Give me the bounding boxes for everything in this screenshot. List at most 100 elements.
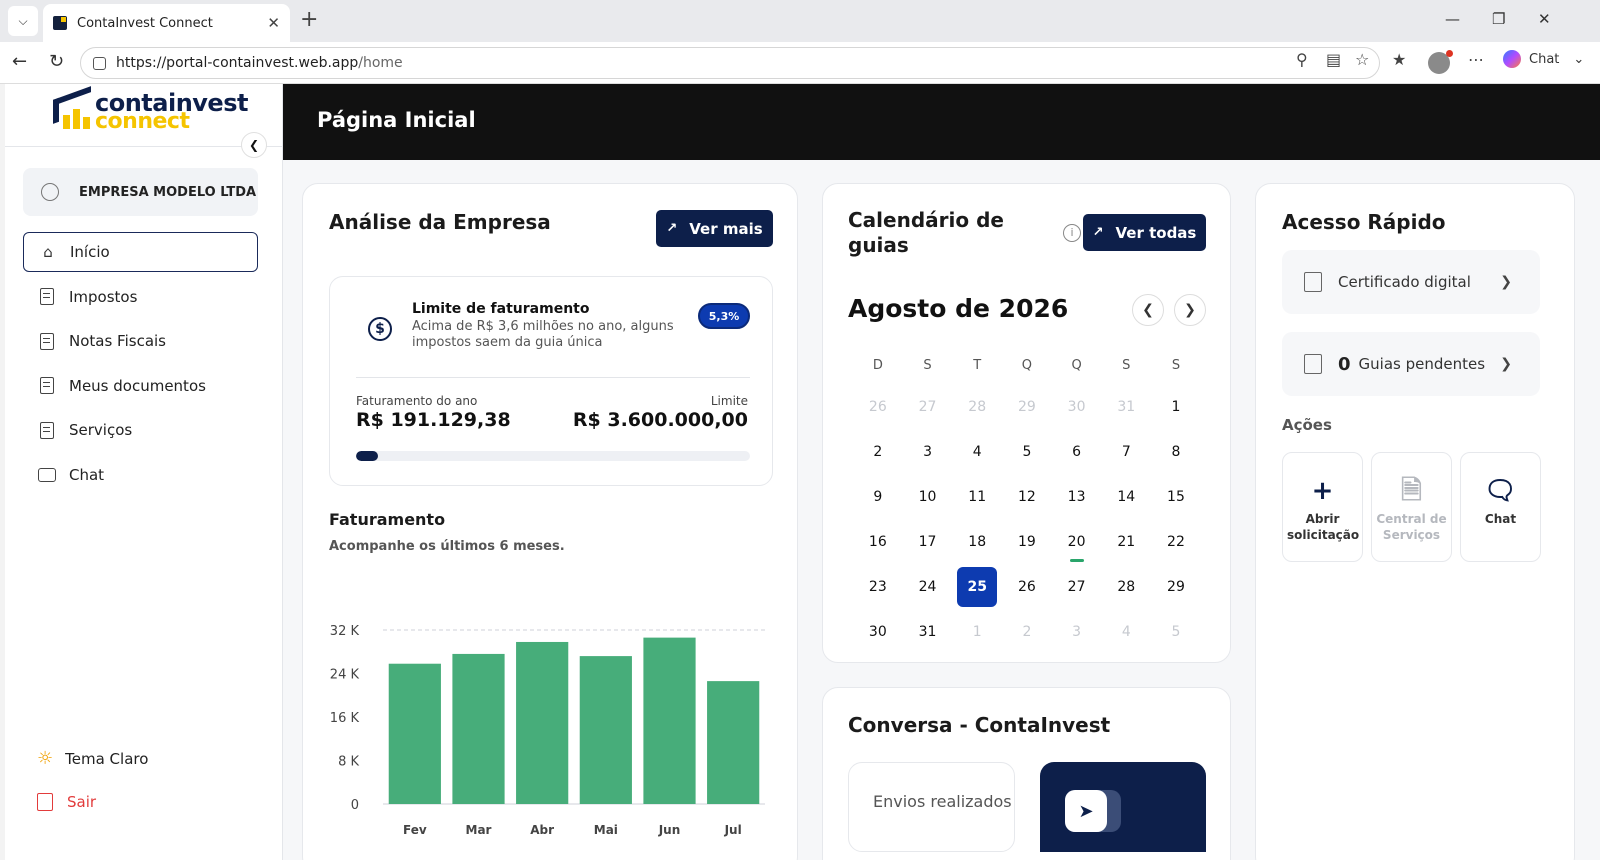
back-icon[interactable]: ←: [12, 51, 27, 72]
calendar-day[interactable]: 7: [1101, 432, 1151, 472]
calendar-day[interactable]: 4: [1101, 612, 1151, 652]
calendar-day[interactable]: 11: [952, 477, 1002, 517]
theme-toggle[interactable]: ☼ Tema Claro: [37, 748, 148, 769]
calendar-day-number: 4: [972, 443, 982, 460]
weekday-label: T: [973, 358, 982, 373]
calendar-day[interactable]: 26: [853, 387, 903, 427]
calendar-day[interactable]: 22: [1151, 522, 1201, 562]
chart-bar: [452, 653, 505, 804]
calendar-day[interactable]: 16: [853, 522, 903, 562]
calendar-day[interactable]: 17: [903, 522, 953, 562]
calendar-day[interactable]: 19: [1002, 522, 1052, 562]
calendar-day[interactable]: 3: [903, 432, 953, 472]
calendar-day[interactable]: 21: [1101, 522, 1151, 562]
browser-tab[interactable]: ContaInvest Connect ✕: [43, 4, 290, 42]
service-center-button[interactable]: 🗎 Central de Serviços: [1371, 452, 1452, 562]
minimize-button[interactable]: —: [1445, 10, 1460, 28]
calendar-day[interactable]: 3: [1052, 612, 1102, 652]
calendar-day[interactable]: 27: [903, 387, 953, 427]
calendar-day[interactable]: 23: [853, 567, 903, 607]
browser-toolbar: ← ↻ https://portal-containvest.web.app/h…: [0, 42, 1600, 84]
calendar-day[interactable]: 5: [1002, 432, 1052, 472]
company-selector[interactable]: EMPRESA MODELO LTDA: [23, 168, 258, 216]
calendar-day[interactable]: 31: [1101, 387, 1151, 427]
certificate-link[interactable]: Certificado digital ❯: [1282, 250, 1540, 314]
close-tab-icon[interactable]: ✕: [267, 14, 280, 32]
sidebar-item-meus-documentos[interactable]: Meus documentos: [23, 366, 258, 406]
refresh-icon[interactable]: ↻: [49, 51, 64, 72]
calendar-day[interactable]: 1: [952, 612, 1002, 652]
calendar-day[interactable]: 6: [1052, 432, 1102, 472]
calendar-day[interactable]: 24: [903, 567, 953, 607]
sidebar-item-notas-fiscais[interactable]: Notas Fiscais: [23, 321, 258, 361]
calendar-day[interactable]: 2: [853, 432, 903, 472]
address-bar[interactable]: https://portal-containvest.web.app/home: [80, 47, 1380, 79]
favorites-icon[interactable]: ★: [1392, 50, 1406, 69]
pending-guides-link[interactable]: 0 Guias pendentes ❯: [1282, 332, 1540, 396]
calendar-day[interactable]: 31: [903, 612, 953, 652]
next-month-button[interactable]: ❯: [1174, 294, 1206, 326]
profile-avatar[interactable]: [1428, 50, 1453, 74]
favorite-star-icon[interactable]: ☆: [1355, 50, 1369, 69]
calendar-day[interactable]: 30: [1052, 387, 1102, 427]
new-tab-button[interactable]: +: [300, 8, 318, 32]
calendar-day[interactable]: 12: [1002, 477, 1052, 517]
calendar-day[interactable]: 27: [1052, 567, 1102, 607]
chart-title: Faturamento: [329, 510, 446, 529]
calendar-day[interactable]: 28: [1101, 567, 1151, 607]
calendar-day[interactable]: 29: [1151, 567, 1201, 607]
sidebar-item-inicio[interactable]: ⌂ Início: [23, 232, 258, 272]
collapse-sidebar-button[interactable]: ❮: [241, 132, 267, 158]
sidebar-item-label: Meus documentos: [69, 376, 206, 395]
calendar-day[interactable]: 2: [1002, 612, 1052, 652]
close-window-button[interactable]: ✕: [1538, 10, 1551, 28]
key-icon[interactable]: ⚲: [1296, 50, 1308, 69]
info-icon[interactable]: i: [1063, 224, 1081, 242]
sidebar-item-label: Impostos: [69, 287, 138, 306]
calendar-day-number: 14: [1117, 488, 1136, 505]
calendar-day[interactable]: 30: [853, 612, 903, 652]
calendar-day[interactable]: 20: [1052, 522, 1102, 562]
calendar-day[interactable]: 26: [1002, 567, 1052, 607]
calendar-day[interactable]: 15: [1151, 477, 1201, 517]
calendar-day[interactable]: 14: [1101, 477, 1151, 517]
calendar-day-today[interactable]: 25: [952, 566, 1002, 607]
calendar-day-number: 27: [1067, 578, 1086, 595]
calendar-day-number: 8: [1171, 443, 1181, 460]
calendar-day[interactable]: 13: [1052, 477, 1102, 517]
calendar-card: Calendário de guias i ↗ Ver todas Agosto…: [822, 183, 1231, 663]
copilot-chat-button[interactable]: Chat ⌄: [1503, 50, 1584, 68]
calendar-day[interactable]: 28: [952, 387, 1002, 427]
reader-icon[interactable]: ▤: [1326, 50, 1341, 69]
sidebar-item-chat[interactable]: Chat: [23, 455, 258, 495]
calendar-day[interactable]: 29: [1002, 387, 1052, 427]
calendar-day[interactable]: 10: [903, 477, 953, 517]
calendar-day[interactable]: 1: [1151, 387, 1201, 427]
more-icon[interactable]: ⋯: [1468, 50, 1484, 69]
send-toggle[interactable]: ➤: [1065, 790, 1121, 832]
calendar-day[interactable]: 5: [1151, 612, 1201, 652]
calendar-day[interactable]: 18: [952, 522, 1002, 562]
maximize-button[interactable]: ❐: [1492, 10, 1505, 28]
calendar-day[interactable]: 9: [853, 477, 903, 517]
sidebar-item-servicos[interactable]: Serviços: [23, 410, 258, 450]
revenue-bar-chart: 0 8 K 16 K 24 K 32 K Fev Mar Abr Mai Jun Jul: [330, 624, 765, 837]
analysis-title: Análise da Empresa: [329, 210, 551, 234]
copilot-icon: [1503, 50, 1521, 68]
calendar-day[interactable]: 4: [952, 432, 1002, 472]
ver-todas-button[interactable]: ↗ Ver todas: [1083, 214, 1206, 251]
prev-month-button[interactable]: ❮: [1132, 294, 1164, 326]
sidebar-item-impostos[interactable]: Impostos: [23, 277, 258, 317]
x-tick-label: Jul: [724, 823, 742, 837]
logout-button[interactable]: Sair: [37, 793, 96, 811]
calendar-day-number: 17: [918, 533, 937, 550]
tab-list-button[interactable]: ⌵: [8, 6, 38, 36]
calendar-day[interactable]: 8: [1151, 432, 1201, 472]
calendar-day-number: 1: [972, 623, 982, 640]
sidebar-item-label: Chat: [69, 465, 105, 484]
chat-action-button[interactable]: 🗨 Chat: [1460, 452, 1541, 562]
revenue-label: Faturamento do ano: [356, 394, 478, 408]
ver-mais-button[interactable]: ↗ Ver mais: [656, 210, 773, 247]
open-request-button[interactable]: + Abrir solicitação: [1282, 452, 1363, 562]
site-info-icon[interactable]: [93, 56, 106, 70]
